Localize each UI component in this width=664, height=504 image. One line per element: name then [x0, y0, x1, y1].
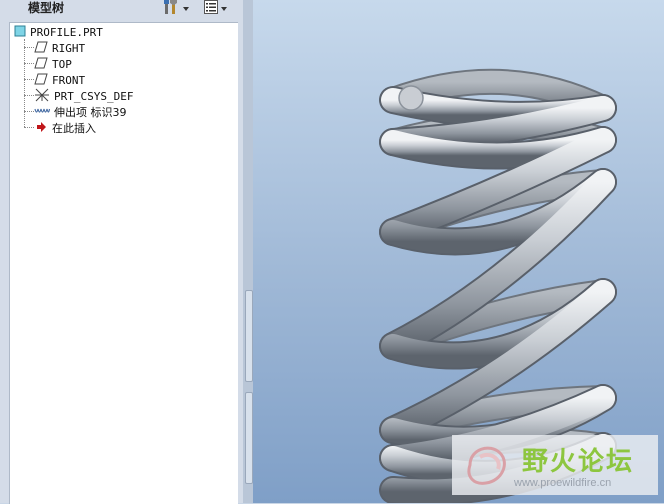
datum-plane-icon [34, 41, 48, 56]
tree-columns-icon [203, 0, 219, 19]
watermark-logo-icon [456, 439, 518, 495]
tree-connector [24, 79, 34, 80]
tree-item-label: RIGHT [52, 41, 86, 55]
chevron-down-icon [183, 6, 189, 11]
coordinate-system-icon [34, 88, 50, 105]
tree-item-label: PROFILE.PRT [30, 25, 103, 39]
tree-connector [24, 127, 34, 128]
model-tree-header: 模型树 [0, 0, 243, 20]
protrusion-icon [34, 106, 51, 119]
part-icon [14, 25, 26, 40]
tree-item-prt-csys-def[interactable]: PRT_CSYS_DEF [34, 88, 133, 104]
tree-item-label: 伸出项 标识39 [54, 106, 127, 119]
tree-item-protrusion[interactable]: 伸出项 标识39 [34, 104, 127, 120]
splitter-grip[interactable] [245, 290, 253, 382]
tree-item-right[interactable]: RIGHT [34, 40, 85, 56]
insert-here-arrow-icon [34, 121, 48, 136]
splitter-grip[interactable] [245, 392, 253, 484]
model-tree-panel: 模型树 PROFILE.PRT RIGHT TOP FRONT PRT_CSYS… [0, 0, 243, 504]
tree-item-top[interactable]: TOP [34, 56, 72, 72]
tree-connector [24, 111, 34, 112]
tree-connector [24, 39, 25, 127]
tree-connector [24, 47, 34, 48]
tree-item-label: 在此插入 [52, 122, 96, 135]
tree-columns-dropdown-button[interactable] [203, 0, 227, 17]
datum-plane-icon [34, 73, 48, 88]
panel-splitter[interactable] [243, 0, 253, 503]
settings-dropdown-button[interactable] [163, 0, 189, 17]
datum-plane-icon [34, 57, 48, 72]
watermark-title: 野火论坛 [522, 447, 635, 477]
tree-item-label: PRT_CSYS_DEF [54, 89, 134, 103]
tree-item-label: TOP [52, 57, 72, 71]
tree-connector [24, 95, 34, 96]
model-tree: PROFILE.PRT RIGHT TOP FRONT PRT_CSYS_DEF… [9, 22, 238, 504]
tree-item-profile-prt[interactable]: PROFILE.PRT [14, 24, 103, 40]
tree-item-label: FRONT [52, 73, 86, 87]
panel-title: 模型树 [28, 1, 65, 15]
graphics-viewport[interactable] [253, 0, 664, 503]
settings-tools-icon [163, 0, 181, 19]
chevron-down-icon [221, 6, 227, 11]
tree-item-insert-here[interactable]: 在此插入 [34, 120, 96, 136]
spring-model [379, 68, 617, 503]
watermark: 野火论坛 www.proewildfire.cn [452, 435, 658, 495]
watermark-url: www.proewildfire.cn [514, 477, 612, 489]
tree-connector [24, 63, 34, 64]
tree-item-front[interactable]: FRONT [34, 72, 85, 88]
